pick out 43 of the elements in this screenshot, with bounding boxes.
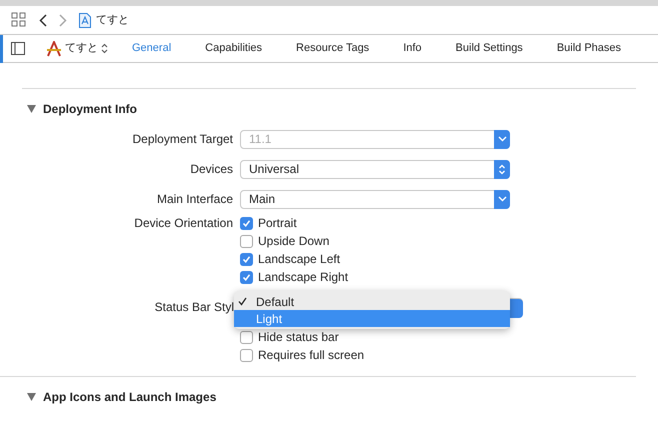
updown-icon: [498, 164, 506, 174]
section-title: App Icons and Launch Images: [43, 389, 216, 406]
checkbox[interactable]: [240, 234, 253, 248]
chevron-down-icon: [498, 196, 506, 202]
field-label: Devices: [190, 161, 233, 178]
checkmark-icon: [238, 297, 247, 306]
target-selector[interactable]: てすと: [65, 40, 98, 57]
updown-icon[interactable]: [101, 43, 108, 54]
checkbox-label: Landscape Left: [258, 251, 340, 268]
tab[interactable]: Build Phases: [556, 40, 622, 57]
tab[interactable]: Build Settings: [456, 40, 523, 57]
project-file-icon: [79, 12, 91, 28]
tab[interactable]: Capabilities: [205, 40, 262, 57]
sidebar-toggle-icon[interactable]: [11, 42, 25, 55]
checkbox-label: Requires full screen: [258, 347, 364, 364]
forward-icon[interactable]: [59, 14, 67, 26]
back-icon[interactable]: [39, 14, 47, 26]
field-label: Device Orientation: [134, 215, 233, 232]
triangle-down-icon[interactable]: [27, 393, 36, 401]
field-label: Status Bar Styl: [154, 299, 234, 316]
checkbox-label: Hide status bar: [258, 329, 339, 346]
checkbox-label: Upside Down: [258, 233, 330, 250]
menu-item[interactable]: Default: [234, 293, 510, 310]
checkbox[interactable]: [240, 216, 253, 230]
field-label: Main Interface: [156, 191, 233, 208]
tab[interactable]: Info: [403, 40, 422, 57]
select-field[interactable]: Universal: [240, 160, 510, 178]
checkbox[interactable]: [240, 330, 253, 344]
checkbox-label: Portrait: [258, 215, 297, 232]
tab[interactable]: General: [132, 40, 172, 57]
grid-icon[interactable]: [11, 12, 27, 28]
select-field[interactable]: Main: [240, 190, 510, 208]
checkbox-label: Landscape Right: [258, 269, 348, 286]
checkbox[interactable]: [240, 270, 253, 284]
chevron-down-icon: [498, 136, 506, 142]
triangle-down-icon[interactable]: [27, 105, 36, 113]
section-title: Deployment Info: [43, 101, 138, 118]
app-icon: [46, 40, 62, 56]
checkbox[interactable]: [240, 348, 253, 362]
checkbox[interactable]: [240, 252, 253, 266]
field-label: Deployment Target: [132, 131, 233, 148]
breadcrumb-title[interactable]: てすと: [96, 12, 129, 28]
tab[interactable]: Resource Tags: [296, 40, 370, 57]
